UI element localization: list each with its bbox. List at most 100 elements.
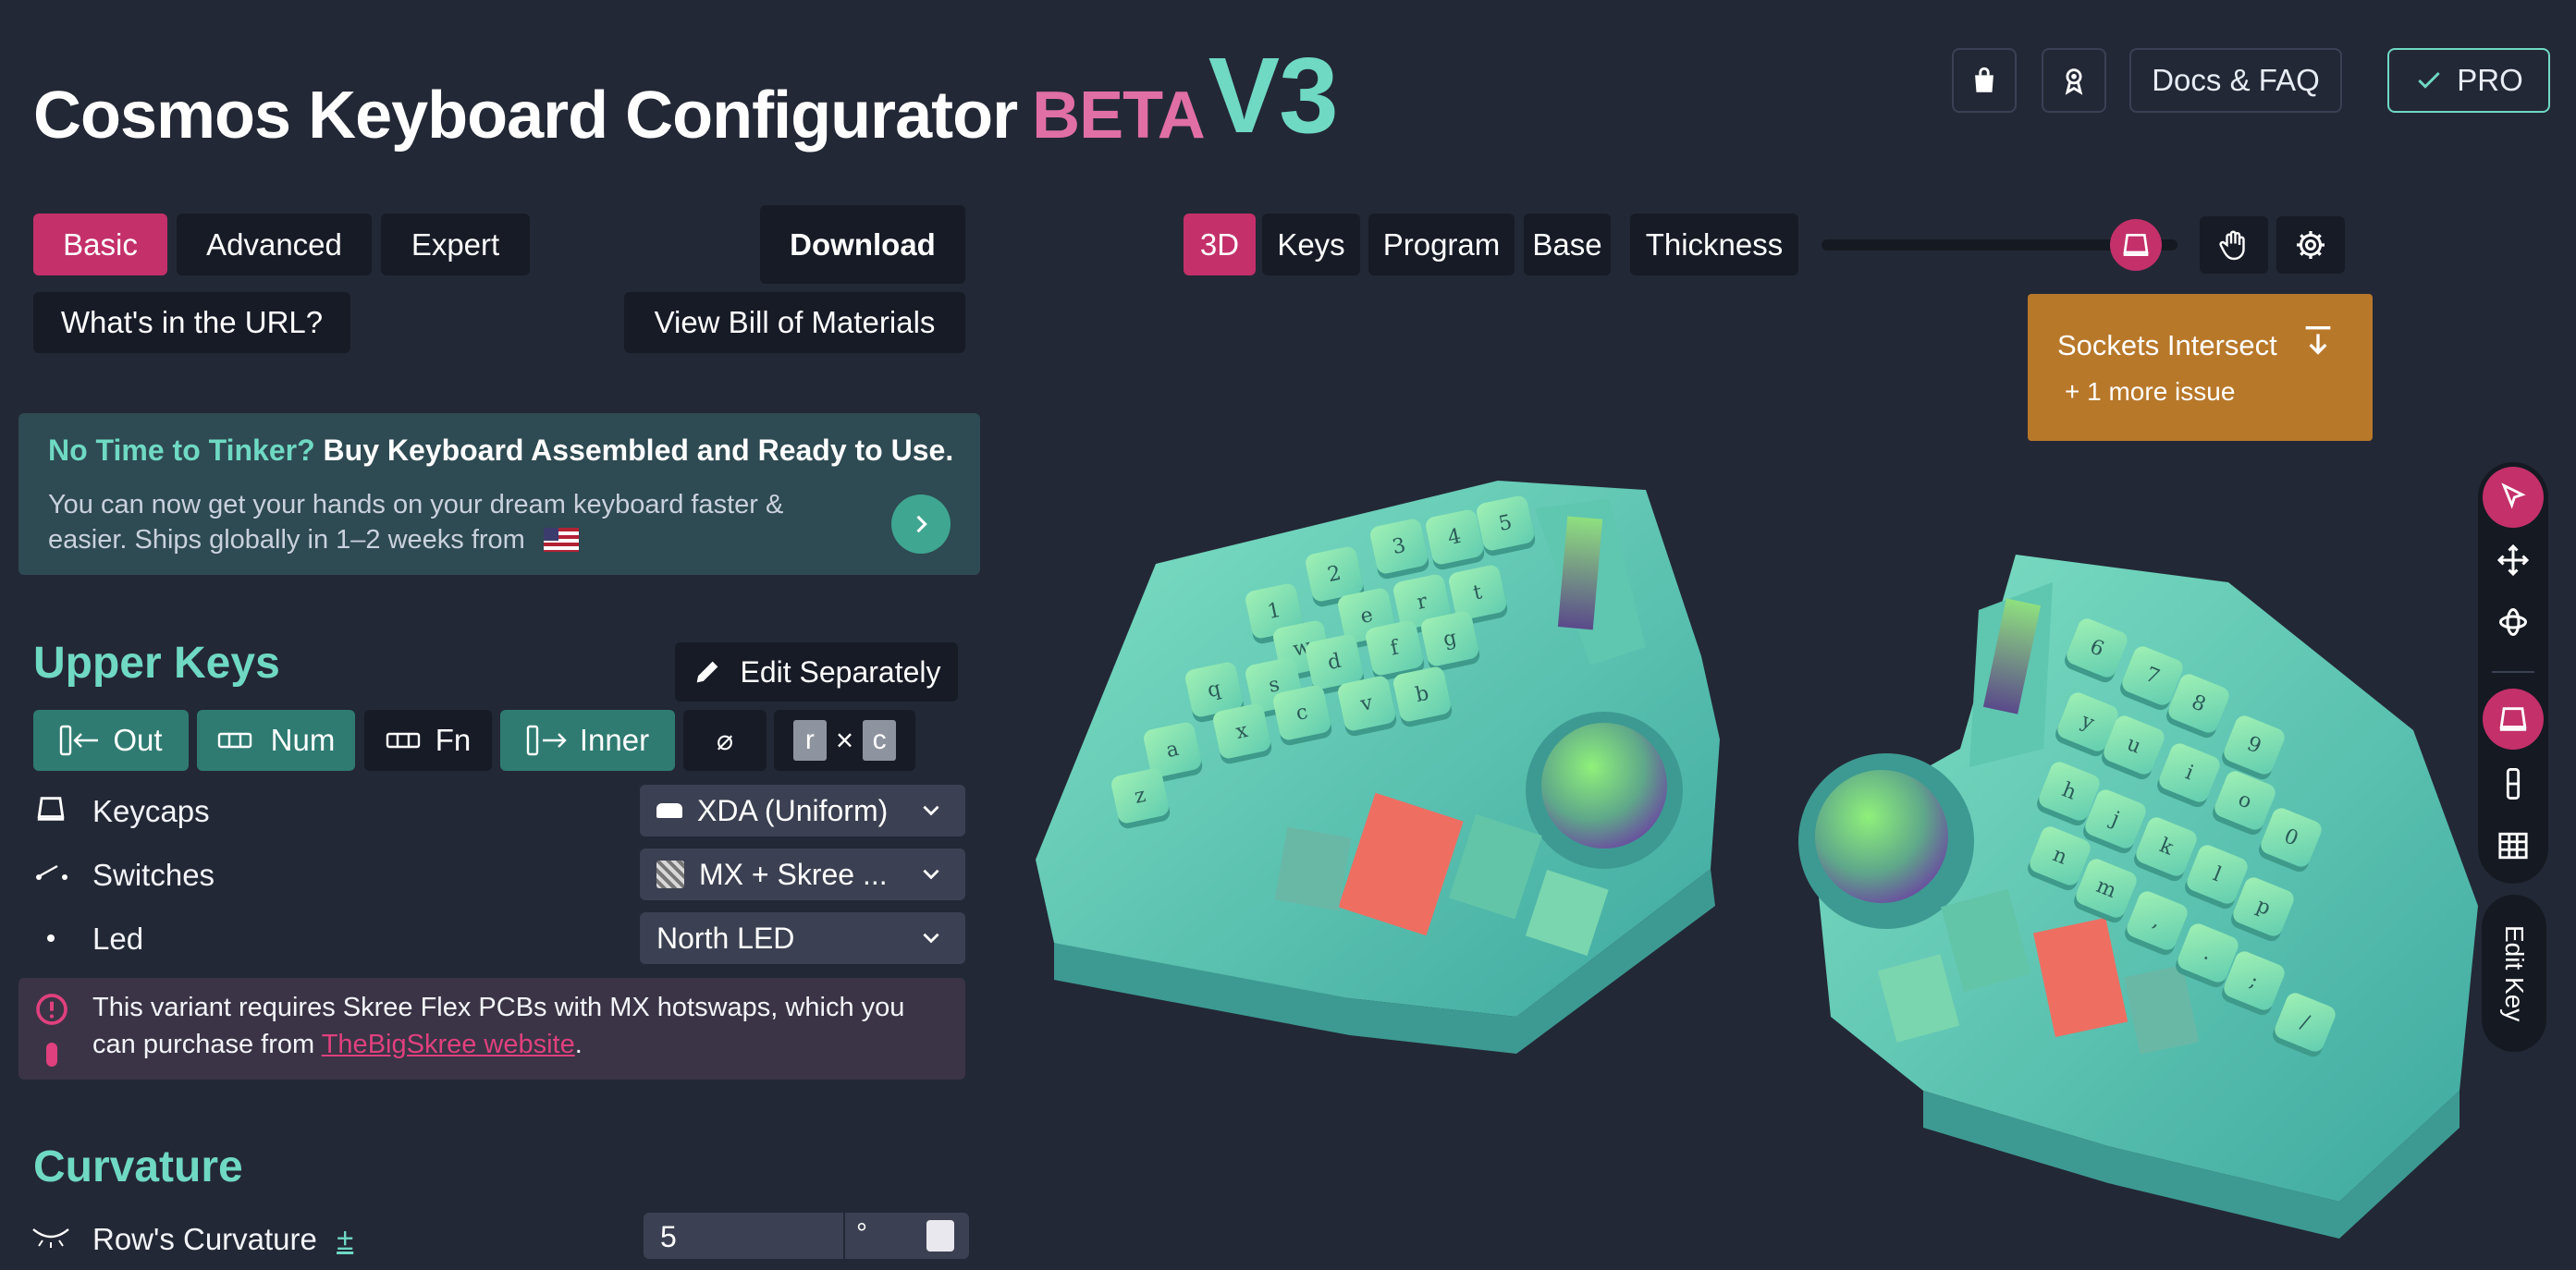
row-curvature-input[interactable]: 5 (644, 1213, 843, 1259)
number-stepper[interactable] (926, 1220, 954, 1252)
pro-label: PRO (2457, 63, 2523, 97)
tab-thickness[interactable]: Thickness (1630, 214, 1798, 275)
bill-of-materials-button[interactable]: View Bill of Materials (624, 292, 965, 353)
tab-program-label: Program (1382, 226, 1501, 262)
columns-letter: c (863, 720, 897, 761)
download-button[interactable]: Download (760, 205, 965, 284)
rotate-icon (2499, 608, 2527, 636)
move-icon (2496, 543, 2530, 577)
function-row-icon (386, 732, 420, 749)
bom-label: View Bill of Materials (654, 305, 936, 339)
tab-base[interactable]: Base (1524, 214, 1611, 275)
advanced-label: Advanced (206, 226, 342, 262)
hand-button[interactable] (2200, 216, 2268, 274)
grid-icon (2498, 832, 2528, 860)
keycap-profile-icon (656, 803, 682, 818)
tab-keys-label: Keys (1277, 226, 1345, 262)
award-icon (2065, 68, 2083, 95)
led-label: Led (92, 922, 144, 956)
notice-indicator (46, 1043, 57, 1067)
fn-toggle[interactable]: Fn (364, 710, 492, 771)
curvature-heading: Curvature (33, 1142, 243, 1191)
docs-faq-button[interactable]: Docs & FAQ (2129, 48, 2342, 113)
edit-separately-button[interactable]: Edit Separately (675, 642, 958, 702)
pro-button[interactable]: PRO (2387, 48, 2550, 113)
basic-label: Basic (63, 226, 138, 262)
promo-title: No Time to Tinker? Buy Keyboard Assemble… (48, 434, 953, 468)
expert-mode-button[interactable]: Expert (381, 214, 530, 275)
switches-label: Switches (92, 858, 215, 892)
tab-program[interactable]: Program (1368, 214, 1515, 275)
promo-banner[interactable]: No Time to Tinker? Buy Keyboard Assemble… (18, 413, 980, 575)
basic-mode-button[interactable]: Basic (33, 214, 167, 275)
slider-thumb[interactable] (2110, 219, 2162, 271)
curvature-icon (32, 1228, 69, 1248)
move-tool-button[interactable] (2483, 530, 2544, 591)
fn-label: Fn (435, 723, 472, 757)
shopping-bag-icon (1975, 67, 1993, 92)
column-tool-button[interactable] (2483, 753, 2544, 814)
issue-warning[interactable]: Sockets Intersect + 1 more issue (2028, 294, 2373, 441)
led-value: North LED (656, 921, 795, 955)
pcb-notice: This variant requires Skree Flex PCBs wi… (18, 978, 965, 1080)
switch-image-icon (656, 861, 684, 888)
us-flag-icon (543, 528, 579, 552)
pencil-icon (697, 661, 718, 683)
app-title: Cosmos Keyboard Configurator BETA V3 (33, 35, 1339, 163)
rows-letter: r (792, 720, 827, 761)
tab-keys[interactable]: Keys (1262, 214, 1360, 275)
degree-unit: ° (845, 1213, 969, 1259)
keycaps-select[interactable]: XDA (Uniform) (640, 785, 965, 836)
rail-divider (2492, 671, 2534, 673)
keyboard-render (1036, 481, 2478, 1239)
grid-tool-button[interactable] (2483, 815, 2544, 876)
award-button[interactable] (2042, 48, 2106, 113)
alert-circle-icon (36, 994, 67, 1025)
keycaps-value: XDA (Uniform) (697, 793, 889, 827)
num-toggle[interactable]: Num (197, 710, 355, 771)
explode-slider[interactable] (1822, 219, 2177, 271)
chevron-down-icon (923, 933, 939, 944)
beta-badge: BETA (1032, 79, 1206, 153)
download-label: Download (790, 226, 936, 262)
notice-text: can purchase from (92, 1030, 315, 1059)
keycap-tool-button[interactable] (2483, 689, 2544, 750)
notice-line2: can purchase from TheBigSkree website. (92, 1030, 583, 1060)
keycap-icon (37, 797, 65, 821)
promo-title-text: Buy Keyboard Assembled and Ready to Use. (323, 434, 954, 467)
hand-icon (2219, 230, 2245, 261)
url-info-button[interactable]: What's in the URL? (33, 292, 350, 353)
num-label: Num (270, 723, 336, 757)
cursor-icon (2501, 482, 2526, 509)
promo-body-text: easier. Ships globally in 1–2 weeks from (48, 525, 525, 555)
tab-3d[interactable]: 3D (1184, 214, 1256, 275)
settings-button[interactable] (2276, 216, 2345, 274)
bigskree-link[interactable]: TheBigSkree website (322, 1030, 575, 1059)
title-text: Cosmos Keyboard Configurator (33, 79, 1018, 153)
tab-base-label: Base (1532, 226, 1602, 262)
keycap-icon (2123, 234, 2149, 256)
out-toggle[interactable]: Out (33, 710, 189, 771)
edit-key-button[interactable]: Edit Key (2482, 895, 2546, 1052)
plus-minus-button[interactable]: ± (337, 1222, 353, 1256)
led-select[interactable]: North LED (640, 912, 965, 964)
switches-value: MX + Skree ... (699, 857, 888, 891)
number-row-icon (217, 732, 251, 749)
warning-more: + 1 more issue (2065, 377, 2236, 406)
promo-highlight: No Time to Tinker? (48, 434, 315, 467)
inner-label: Inner (579, 723, 650, 757)
promo-body-line1: You can now get your hands on your dream… (48, 490, 784, 519)
tab-thickness-label: Thickness (1645, 226, 1784, 262)
switches-select[interactable]: MX + Skree ... (640, 849, 965, 900)
edit-key-label: Edit Key (2500, 924, 2529, 1022)
keyboard-3d-viewport[interactable]: 12345wertqsdfgaxcvbz 6 7 8 9 y u i o 0 h j k l p n m,.;… (999, 444, 2478, 1239)
rotate-tool-button[interactable] (2483, 592, 2544, 653)
inner-toggle[interactable]: Inner (500, 710, 675, 771)
promo-next-button[interactable] (891, 495, 951, 554)
shop-button[interactable] (1952, 48, 2017, 113)
rows-columns-toggle[interactable]: r × c (774, 710, 915, 771)
none-toggle[interactable]: ⌀ (683, 710, 767, 771)
advanced-mode-button[interactable]: Advanced (177, 214, 372, 275)
select-tool-button[interactable] (2483, 467, 2544, 528)
chevron-down-icon (923, 869, 939, 880)
